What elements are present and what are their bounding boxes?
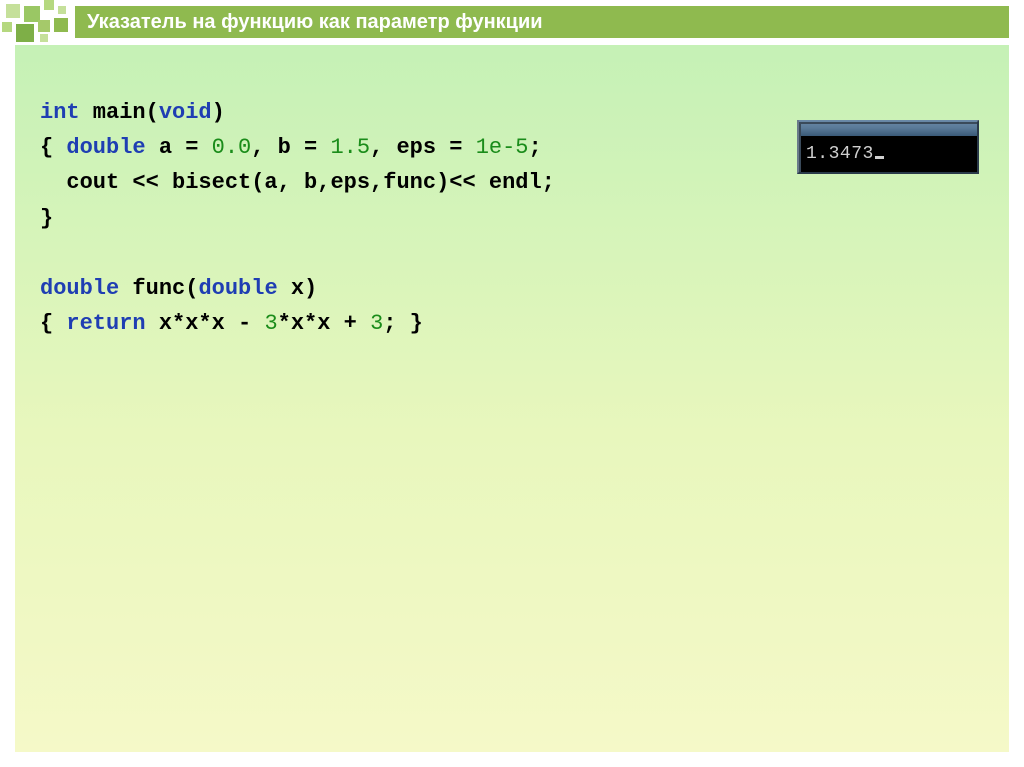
kw-void: void <box>159 100 212 125</box>
cursor-icon <box>875 156 884 159</box>
slide: Указатель на функцию как параметр функци… <box>0 0 1024 767</box>
kw-double: double <box>66 135 145 160</box>
kw-int: int <box>40 100 80 125</box>
code-line-4: } <box>40 206 53 231</box>
kw-double2: double <box>40 276 119 301</box>
code-block: int main(void) { double a = 0.0, b = 1.5… <box>40 95 555 341</box>
title-bar: Указатель на функцию как параметр функци… <box>75 6 1009 38</box>
logo-squares <box>0 0 78 42</box>
console-window: 1.3473 <box>797 120 979 174</box>
content-area: int main(void) { double a = 0.0, b = 1.5… <box>15 45 1009 752</box>
console-output: 1.3473 <box>806 145 972 163</box>
kw-return: return <box>66 311 145 336</box>
console-body: 1.3473 <box>799 122 977 172</box>
slide-title: Указатель на функцию как параметр функци… <box>87 11 543 34</box>
code-line-3: cout << bisect(a, b,eps,func)<< endl; <box>40 170 555 195</box>
